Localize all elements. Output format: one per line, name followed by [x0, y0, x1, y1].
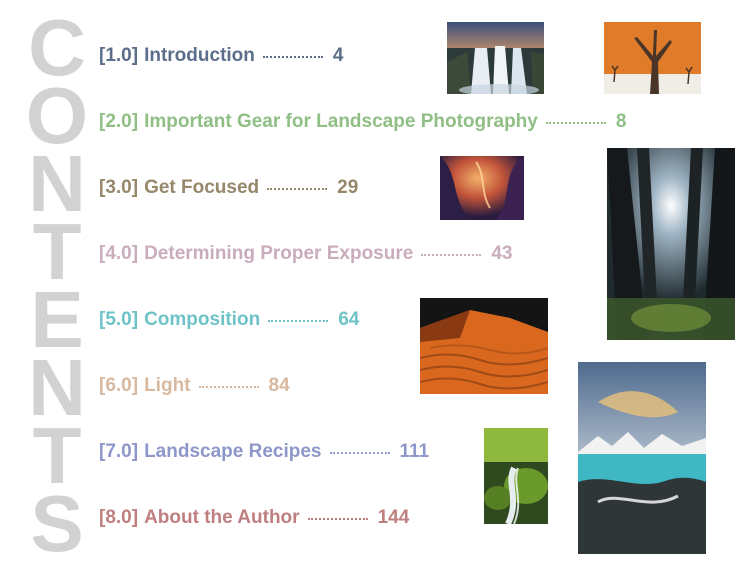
toc-title: Get Focused: [144, 177, 260, 198]
toc-leader-dots: [262, 56, 323, 58]
mossy-stream-photo: [484, 428, 548, 524]
toc-page-number: 29: [337, 177, 359, 198]
toc-page-number: 111: [399, 441, 430, 462]
toc-title: Introduction: [144, 45, 255, 66]
toc-title: Important Gear for Landscape Photography: [144, 111, 538, 132]
waterfall-photo: [447, 22, 544, 94]
contents-page: C O N T E N T S [1.0] Introduction 4 [2.…: [0, 0, 735, 576]
toc-title: Determining Proper Exposure: [144, 243, 414, 264]
toc-page-number: 43: [491, 243, 513, 264]
toc-number: [1.0]: [99, 45, 139, 66]
toc-entry-proper-exposure[interactable]: [4.0] Determining Proper Exposure 43: [99, 241, 512, 267]
toc-page-number: 64: [338, 309, 360, 330]
slot-canyon-photo: [440, 156, 524, 220]
toc-page-number: 84: [268, 375, 290, 396]
toc-entry-get-focused[interactable]: [3.0] Get Focused 29: [99, 175, 358, 201]
toc-number: [6.0]: [99, 375, 139, 396]
toc-entry-light[interactable]: [6.0] Light 84: [99, 373, 290, 399]
toc-number: [5.0]: [99, 309, 139, 330]
toc-leader-dots: [545, 122, 606, 124]
toc-title: Landscape Recipes: [144, 441, 322, 462]
toc-entry-introduction[interactable]: [1.0] Introduction 4: [99, 43, 343, 69]
toc-page-number: 8: [615, 111, 627, 132]
toc-title: Composition: [144, 309, 261, 330]
toc-title: About the Author: [144, 507, 300, 528]
toc-leader-dots: [307, 518, 368, 520]
toc-leader-dots: [198, 386, 259, 388]
toc-entry-composition[interactable]: [5.0] Composition 64: [99, 307, 359, 333]
toc-number: [2.0]: [99, 111, 139, 132]
toc-page-number: 144: [377, 507, 410, 528]
toc-leader-dots: [421, 254, 482, 256]
toc-leader-dots: [267, 188, 328, 190]
toc-number: [7.0]: [99, 441, 139, 462]
title-letter: S: [30, 479, 84, 568]
toc-entry-landscape-recipes[interactable]: [7.0] Landscape Recipes 111: [99, 439, 429, 465]
mountain-lake-photo: [578, 362, 706, 554]
toc-entry-about-author[interactable]: [8.0] About the Author 144: [99, 505, 409, 531]
toc-number: [8.0]: [99, 507, 139, 528]
toc-title: Light: [144, 375, 191, 396]
toc-number: [3.0]: [99, 177, 139, 198]
toc-page-number: 4: [332, 45, 344, 66]
toc-number: [4.0]: [99, 243, 139, 264]
sand-dune-photo: [420, 298, 548, 394]
forest-canopy-photo: [607, 148, 735, 340]
dead-tree-dunes-photo: [604, 22, 701, 94]
toc-leader-dots: [329, 452, 390, 454]
toc-leader-dots: [268, 320, 329, 322]
toc-entry-important-gear[interactable]: [2.0] Important Gear for Landscape Photo…: [99, 109, 626, 135]
